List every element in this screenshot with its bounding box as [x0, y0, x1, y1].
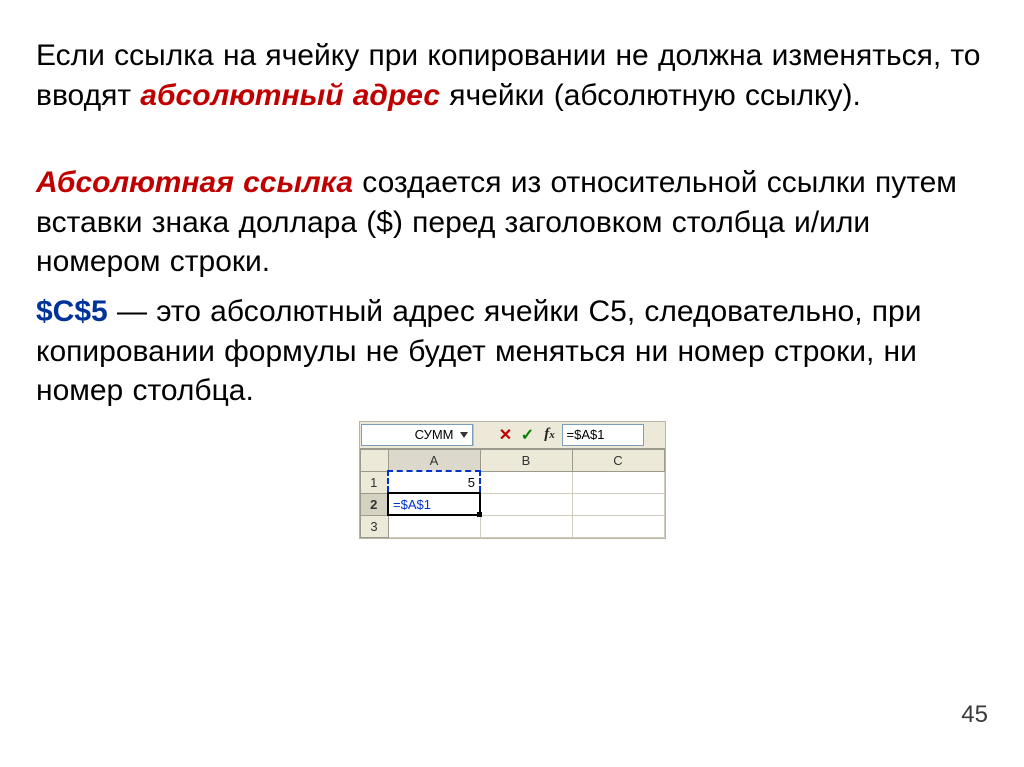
- grid-table: A B C 1 5 2 =$A$1: [360, 449, 665, 538]
- row-header-3[interactable]: 3: [360, 515, 388, 537]
- dropdown-icon[interactable]: [460, 427, 468, 443]
- fx-icon[interactable]: fx: [539, 424, 561, 446]
- cell-b3[interactable]: [480, 515, 572, 537]
- cell-c2[interactable]: [572, 493, 664, 515]
- name-box[interactable]: СУММ: [361, 424, 473, 446]
- cancel-x-icon[interactable]: ✕: [495, 424, 517, 446]
- spreadsheet-grid: A B C 1 5 2 =$A$1: [360, 448, 665, 538]
- slide: Если ссылка на ячейку при копировании не…: [0, 0, 1024, 767]
- enter-check-icon[interactable]: ✓: [517, 424, 539, 446]
- select-all-corner[interactable]: [360, 449, 388, 471]
- cell-a2[interactable]: =$A$1: [388, 493, 480, 515]
- col-header-a[interactable]: A: [388, 449, 480, 471]
- excel-window: СУММ ✕ ✓ fx =$A$1 A B: [359, 421, 666, 539]
- row-1: 1 5: [360, 471, 664, 493]
- col-header-b[interactable]: B: [480, 449, 572, 471]
- excel-fragment: СУММ ✕ ✓ fx =$A$1 A B: [36, 421, 988, 539]
- row-2: 2 =$A$1: [360, 493, 664, 515]
- header-row: A B C: [360, 449, 664, 471]
- paragraph-1: Если ссылка на ячейку при копировании не…: [36, 36, 988, 115]
- p3-emph: $C$5: [36, 295, 108, 328]
- row-3: 3: [360, 515, 664, 537]
- p1-post: ячейки (абсолютную ссылку).: [440, 79, 861, 112]
- cell-a1[interactable]: 5: [388, 471, 480, 493]
- col-header-c[interactable]: C: [572, 449, 664, 471]
- page-number: 45: [961, 701, 988, 729]
- paragraph-2: Абсолютная ссылка создается из относител…: [36, 163, 988, 282]
- formula-bar-row: СУММ ✕ ✓ fx =$A$1: [360, 422, 665, 448]
- cell-b2[interactable]: [480, 493, 572, 515]
- toolbar-spacer: [473, 424, 495, 446]
- cell-c3[interactable]: [572, 515, 664, 537]
- name-box-text: СУММ: [366, 427, 454, 442]
- cell-b1[interactable]: [480, 471, 572, 493]
- p3-post: — это абсолютный адрес ячейки С5, следов…: [36, 295, 922, 407]
- spacer: [36, 125, 988, 163]
- formula-input[interactable]: =$A$1: [562, 424, 644, 446]
- p1-emph: абсолютный адрес: [140, 79, 440, 112]
- cell-c1[interactable]: [572, 471, 664, 493]
- p2-emph: Абсолютная ссылка: [36, 166, 353, 199]
- row-header-1[interactable]: 1: [360, 471, 388, 493]
- paragraph-3: $C$5 — это абсолютный адрес ячейки С5, с…: [36, 292, 988, 411]
- cell-a3[interactable]: [388, 515, 480, 537]
- formula-text: =$A$1: [567, 427, 605, 442]
- row-header-2[interactable]: 2: [360, 493, 388, 515]
